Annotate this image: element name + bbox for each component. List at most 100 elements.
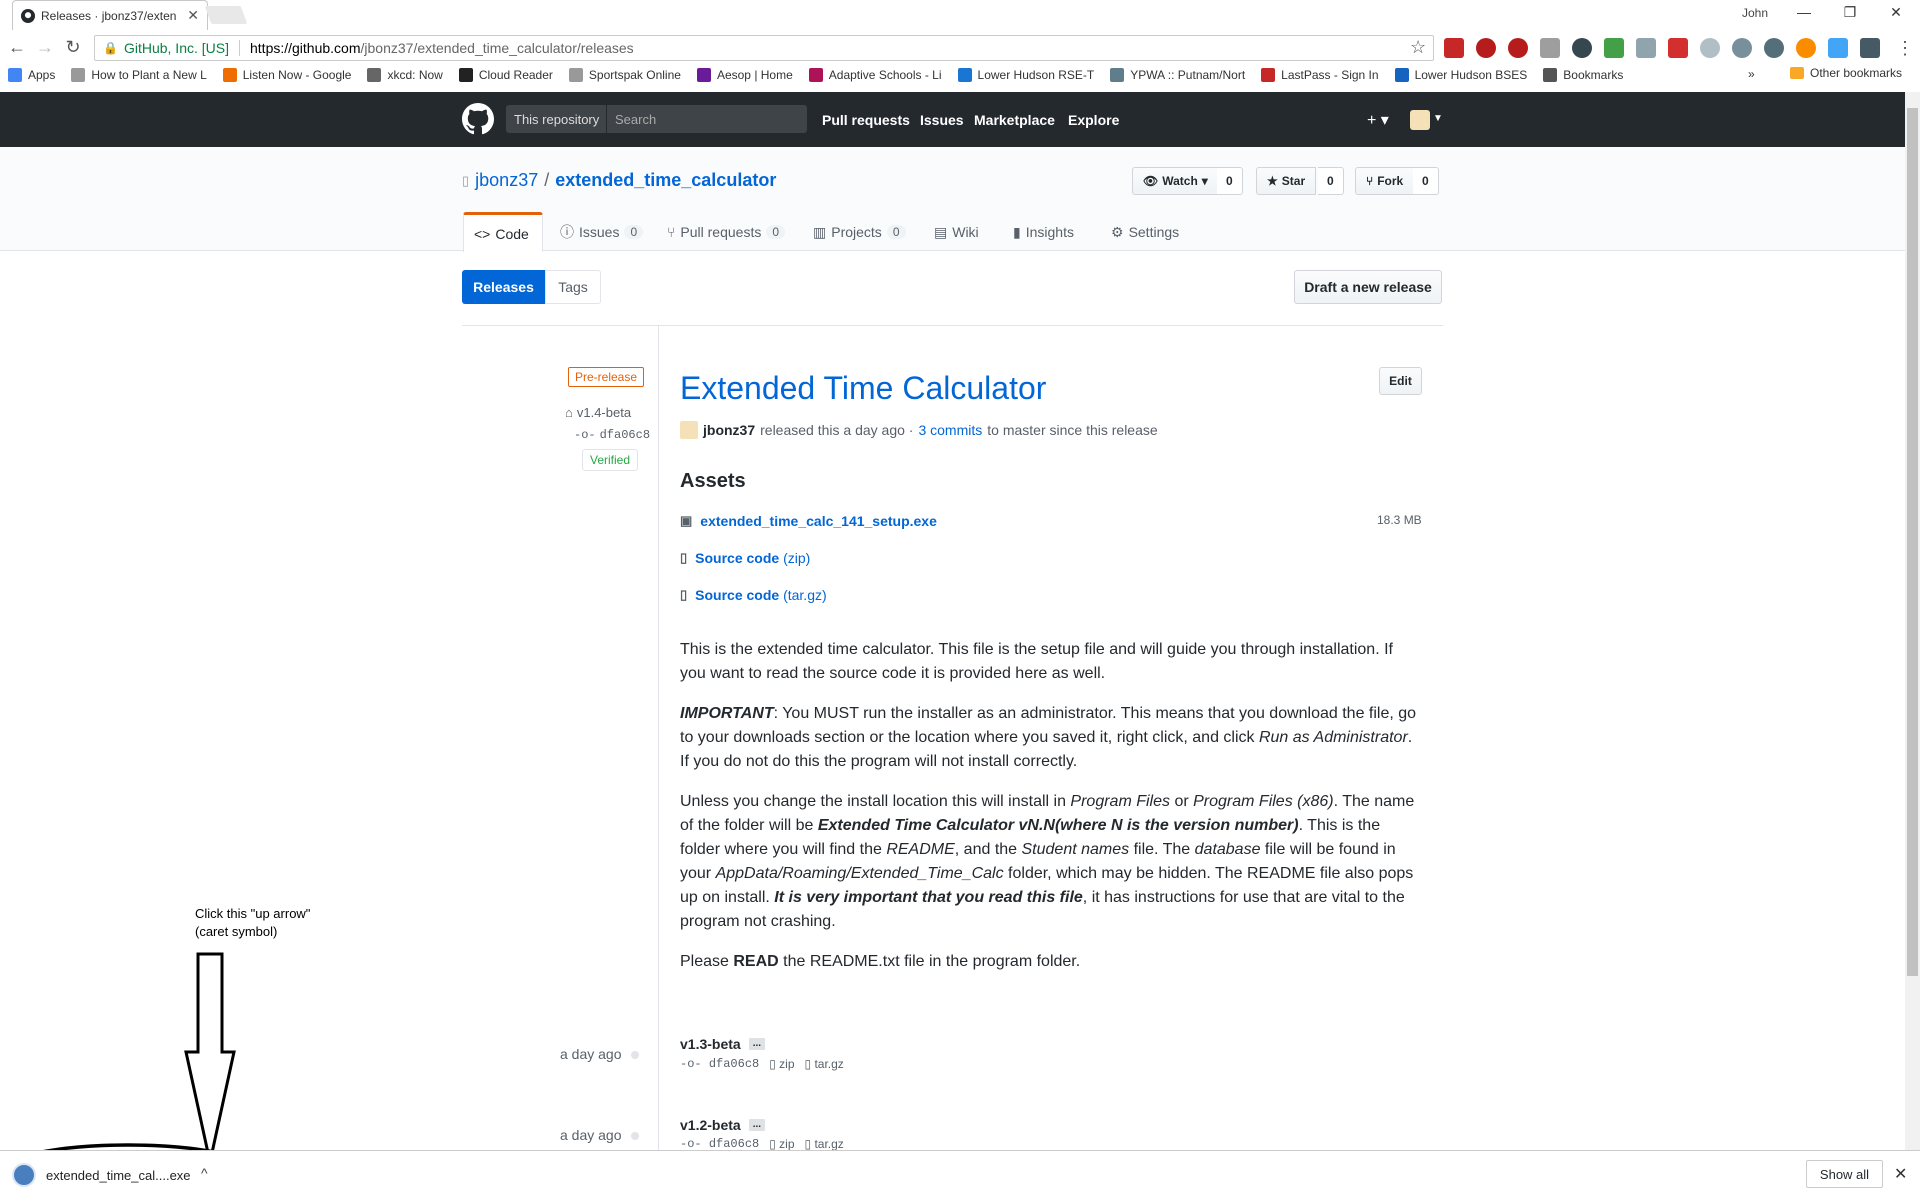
bookmark-item[interactable]: Apps — [0, 68, 63, 82]
release-title[interactable]: Extended Time Calculator — [680, 370, 1046, 407]
star-count[interactable]: 0 — [1318, 167, 1344, 195]
verified-badge[interactable]: Verified — [582, 449, 639, 471]
reload-icon[interactable]: ↻ — [62, 38, 84, 56]
targz-link[interactable]: ▯ tar.gz — [805, 1138, 844, 1150]
extension-icon[interactable] — [1540, 38, 1560, 58]
zip-link[interactable]: ▯ zip — [769, 1057, 794, 1071]
extension-icon[interactable] — [1572, 38, 1592, 58]
asset-link[interactable]: extended_time_calc_141_setup.exe — [700, 513, 937, 529]
release-tag[interactable]: ⌂ v1.4-beta — [565, 405, 631, 420]
back-icon[interactable]: ← — [6, 38, 28, 56]
commits-link[interactable]: 3 commits — [918, 422, 982, 438]
tab-projects[interactable]: ▥ Projects 0 — [803, 212, 916, 252]
asset-link[interactable]: Source code (zip) — [695, 550, 810, 566]
bookmark-item[interactable]: Listen Now - Google — [215, 68, 360, 82]
new-tab-button[interactable] — [204, 6, 248, 24]
release-commit[interactable]: -o- dfa06c8 — [574, 428, 650, 442]
tab-wiki[interactable]: ▤ Wiki — [924, 212, 989, 252]
browser-tab[interactable]: Releases · jbonz37/exten ✕ — [12, 0, 208, 30]
avatar[interactable] — [680, 421, 698, 439]
tab-close-icon[interactable]: ✕ — [187, 7, 199, 24]
tab-pull-requests[interactable]: ⑂ Pull requests 0 — [657, 212, 795, 252]
watch-button[interactable]: 👁 Watch ▾ — [1132, 167, 1219, 195]
extension-icon[interactable] — [1444, 38, 1464, 58]
author-link[interactable]: jbonz37 — [703, 422, 755, 438]
show-all-button[interactable]: Show all — [1806, 1160, 1883, 1188]
other-bookmarks[interactable]: Other bookmarks — [1790, 66, 1902, 80]
commit-sha[interactable]: -o- dfa06c8 — [680, 1057, 759, 1071]
tab-settings[interactable]: ⚙ Settings — [1101, 212, 1189, 252]
chrome-menu-icon[interactable]: ⋮ — [1896, 38, 1914, 59]
bookmark-item[interactable]: Lower Hudson RSE-T — [950, 68, 1103, 82]
extension-icon[interactable] — [1508, 38, 1528, 58]
repo-name-link[interactable]: extended_time_calculator — [555, 170, 776, 191]
older-release-tag[interactable]: v1.3-beta ... — [680, 1036, 766, 1052]
older-release-link[interactable]: v1.3-beta — [680, 1036, 741, 1052]
extension-icon[interactable] — [1604, 38, 1624, 58]
bookmark-item[interactable]: Sportspak Online — [561, 68, 689, 82]
expand-notes-button[interactable]: ... — [748, 1119, 766, 1131]
download-item[interactable]: extended_time_cal....exe — [12, 1160, 191, 1190]
minimize-icon[interactable]: — — [1792, 4, 1816, 24]
extension-icon[interactable] — [1764, 38, 1784, 58]
cast-icon[interactable] — [1636, 38, 1656, 58]
tags-tab-button[interactable]: Tags — [545, 270, 601, 304]
bookmark-item[interactable]: YPWA :: Putnam/Nort — [1102, 68, 1253, 82]
fork-button[interactable]: ⑂ Fork — [1355, 167, 1415, 195]
bookmarks-overflow-icon[interactable]: » — [1748, 67, 1755, 81]
bookmark-item[interactable]: How to Plant a New L — [63, 68, 214, 82]
edit-button[interactable]: Edit — [1379, 367, 1422, 395]
create-new-icon[interactable]: + ▾ — [1367, 110, 1389, 130]
watch-count[interactable]: 0 — [1217, 167, 1243, 195]
older-release-link[interactable]: v1.2-beta — [680, 1117, 741, 1133]
forward-icon[interactable]: → — [34, 38, 56, 56]
avatar[interactable] — [1410, 110, 1430, 130]
releases-tab-button[interactable]: Releases — [462, 270, 545, 304]
fork-count[interactable]: 0 — [1413, 167, 1439, 195]
tab-code[interactable]: <> Code — [463, 212, 543, 252]
asset-item[interactable]: ▯ Source code (zip) — [680, 550, 810, 566]
star-button[interactable]: ★ Star — [1256, 167, 1317, 195]
pdf-icon[interactable] — [1668, 38, 1688, 58]
nav-explore[interactable]: Explore — [1068, 112, 1119, 128]
extension-icon[interactable] — [1860, 38, 1880, 58]
expand-notes-button[interactable]: ... — [748, 1038, 766, 1050]
address-bar[interactable]: 🔒 GitHub, Inc. [US] https://github.com /… — [94, 35, 1434, 61]
bookmark-item[interactable]: Aesop | Home — [689, 68, 801, 82]
draft-release-button[interactable]: Draft a new release — [1294, 270, 1442, 304]
close-window-icon[interactable]: ✕ — [1884, 4, 1908, 24]
download-menu-caret-icon[interactable]: ^ — [201, 1165, 208, 1181]
bookmark-item[interactable]: LastPass - Sign In — [1253, 68, 1386, 82]
nav-marketplace[interactable]: Marketplace — [974, 112, 1055, 128]
tab-insights[interactable]: ▮ Insights — [1003, 212, 1084, 252]
zip-link[interactable]: ▯ zip — [769, 1138, 794, 1150]
bookmark-star-icon[interactable]: ☆ — [1410, 37, 1426, 58]
close-shelf-icon[interactable]: ✕ — [1894, 1164, 1907, 1184]
github-search-input[interactable] — [607, 105, 807, 133]
scrollbar-thumb[interactable] — [1907, 108, 1918, 976]
asset-link[interactable]: Source code (tar.gz) — [695, 587, 827, 603]
nav-issues[interactable]: Issues — [920, 112, 964, 128]
chevron-down-icon[interactable]: ▼ — [1433, 113, 1443, 124]
profile-name[interactable]: John — [1742, 6, 1768, 20]
bookmark-item[interactable]: Cloud Reader — [451, 68, 561, 82]
extension-icon[interactable] — [1732, 38, 1752, 58]
restore-icon[interactable]: ❐ — [1838, 4, 1862, 24]
github-logo-icon[interactable] — [462, 103, 494, 135]
commit-sha[interactable]: -o- dfa06c8 — [680, 1138, 759, 1150]
targz-link[interactable]: ▯ tar.gz — [805, 1057, 844, 1071]
asset-item[interactable]: ▣ extended_time_calc_141_setup.exe — [680, 513, 937, 529]
bookmark-item[interactable]: Bookmarks — [1535, 68, 1631, 82]
asset-item[interactable]: ▯ Source code (tar.gz) — [680, 587, 827, 603]
bookmark-item[interactable]: Lower Hudson BSES — [1387, 68, 1536, 82]
extension-icon[interactable] — [1476, 38, 1496, 58]
extension-icon[interactable] — [1828, 38, 1848, 58]
extension-icon[interactable] — [1700, 38, 1720, 58]
older-release-tag[interactable]: v1.2-beta ... — [680, 1117, 766, 1133]
bookmark-item[interactable]: xkcd: Now — [359, 68, 450, 82]
nav-pull-requests[interactable]: Pull requests — [822, 112, 910, 128]
tab-issues[interactable]: ⓘ Issues 0 — [550, 212, 653, 252]
bookmark-item[interactable]: Adaptive Schools - Li — [801, 68, 950, 82]
repo-owner-link[interactable]: jbonz37 — [475, 170, 538, 191]
extension-icon[interactable] — [1796, 38, 1816, 58]
